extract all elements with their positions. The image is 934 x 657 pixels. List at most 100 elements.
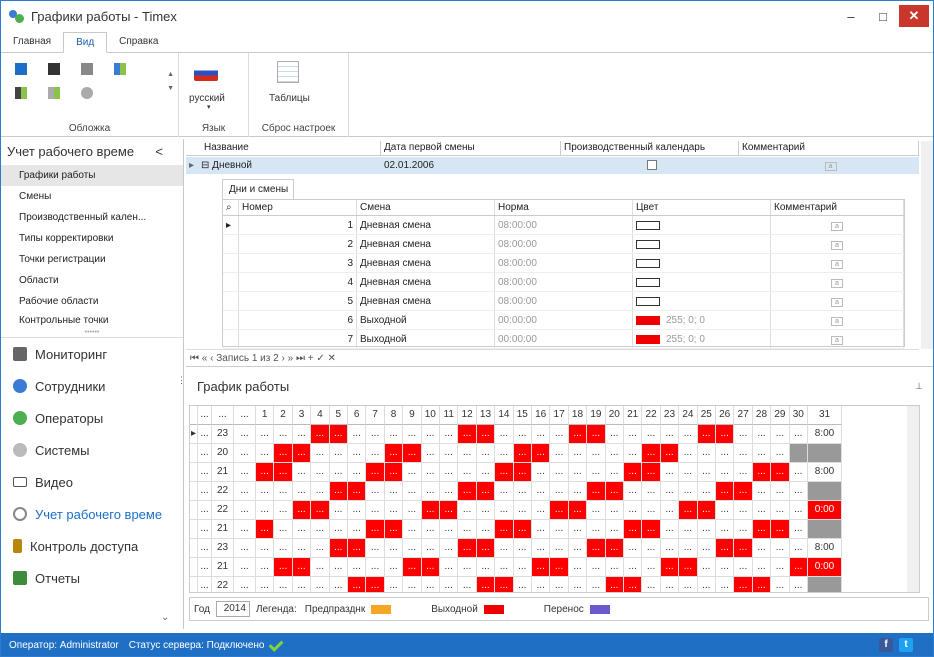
schedule-name-cell[interactable]: ⊟ Дневной [198,157,381,174]
col-norm-header[interactable]: Норма [495,200,633,215]
splitter-handle[interactable]: •••••• [1,329,183,338]
day-header[interactable]: 27 [734,406,753,425]
workdays-count-cell[interactable]: 22 [212,501,234,520]
first-record-icon[interactable]: ⏮ [190,353,199,364]
norm-cell[interactable]: 00:00:00 [495,311,633,329]
day-cell[interactable]: ... [421,501,440,520]
day-cell[interactable]: ... [568,463,588,482]
table-row[interactable]: 6 Выходной 00:00:00 255; 0; 0 a [223,311,904,330]
day-cell[interactable]: ... [587,463,606,482]
day-header[interactable]: 17 [550,406,569,425]
day-header[interactable]: 7 [366,406,385,425]
day-cell[interactable]: ... [293,577,312,592]
day-cell[interactable]: ... [752,463,772,482]
day-cell[interactable]: ... [752,539,772,558]
day-cell[interactable]: ... [550,425,569,444]
comment-cell[interactable]: a [771,235,904,253]
day-cell[interactable] [808,482,842,501]
day-cell[interactable]: ... [789,501,808,520]
day-cell[interactable]: ... [513,463,532,482]
col-number-header[interactable]: Номер [239,200,357,215]
day-cell[interactable]: ... [384,539,404,558]
skin-dark-icon[interactable] [48,63,60,75]
number-cell[interactable]: 3 [239,254,357,272]
comment-cell[interactable]: a [771,216,904,234]
day-cell[interactable]: ... [660,520,680,539]
ellipsis-cell[interactable]: ... [198,444,212,463]
header-ellipsis[interactable]: ... [198,406,212,425]
day-cell[interactable]: ... [716,482,735,501]
day-cell[interactable]: ... [348,520,367,539]
day-cell[interactable]: ... [716,501,735,520]
day-cell[interactable]: ... [256,482,275,501]
comment-cell[interactable]: a [771,311,904,329]
day-cell[interactable]: ... [734,558,753,577]
day-cell[interactable]: ... [716,577,735,592]
day-cell[interactable]: ... [495,444,514,463]
day-cell[interactable]: ... [329,558,348,577]
day-cell[interactable]: ... [366,425,385,444]
ellipsis-cell[interactable]: ... [234,425,256,444]
col-name-header[interactable]: Название [186,141,381,155]
day-cell[interactable]: ... [605,501,624,520]
day-cell[interactable]: ... [256,577,275,592]
comment-cell[interactable]: a [771,254,904,272]
comment-note-icon[interactable]: a [824,162,837,171]
day-cell[interactable]: ... [734,577,753,592]
day-cell[interactable]: ... [366,577,385,592]
day-cell[interactable]: ... [569,577,588,592]
day-cell[interactable]: ... [642,463,661,482]
day-cell[interactable]: ... [292,482,312,501]
day-cell[interactable]: ... [716,558,735,577]
next-record-icon[interactable]: › [281,353,284,364]
day-cell[interactable]: ... [495,520,514,539]
day-cell[interactable]: ... [568,444,588,463]
pin-icon[interactable]: ⊥ [915,381,923,392]
day-cell[interactable]: ... [679,577,698,592]
day-header[interactable]: 22 [642,406,661,425]
day-header[interactable]: 21 [624,406,643,425]
day-cell[interactable]: ... [329,482,348,501]
col-calendar-header[interactable]: Производственный календарь [561,141,739,155]
skin-gray-icon[interactable] [81,63,93,75]
nav-item-calendar[interactable]: Производственный кален... [1,207,183,228]
day-cell[interactable]: ... [329,463,348,482]
day-cell[interactable]: 0:00 [808,501,842,520]
day-cell[interactable]: ... [366,558,385,577]
day-cell[interactable]: ... [734,463,753,482]
day-cell[interactable]: ... [348,539,367,558]
day-cell[interactable]: ... [697,482,716,501]
expand-down-icon[interactable]: ⌄ [161,612,169,623]
day-cell[interactable]: ... [311,444,330,463]
day-cell[interactable] [789,444,808,463]
day-cell[interactable]: ... [661,577,680,592]
row-indicator[interactable] [190,558,198,577]
workdays-count-cell[interactable]: 21 [212,463,234,482]
day-cell[interactable]: ... [403,463,422,482]
day-cell[interactable]: ... [348,558,367,577]
day-cell[interactable]: ... [697,520,716,539]
day-cell[interactable]: ... [440,444,459,463]
workdays-count-cell[interactable]: 21 [212,558,234,577]
day-cell[interactable]: ... [403,520,422,539]
day-cell[interactable]: ... [476,482,496,501]
day-cell[interactable]: ... [771,425,790,444]
day-cell[interactable]: ... [752,520,772,539]
row-indicator[interactable]: ▸ [190,425,198,444]
day-cell[interactable]: ... [587,577,606,592]
day-cell[interactable]: ... [476,520,496,539]
day-cell[interactable]: ... [274,520,293,539]
number-cell[interactable]: 2 [239,235,357,253]
day-header[interactable]: 31 [808,406,842,425]
row-indicator-header[interactable] [190,406,198,425]
col-comment-header[interactable]: Комментарий [771,200,904,215]
schedule-row[interactable]: ▸... 23..................................… [190,425,919,444]
day-cell[interactable]: ... [697,558,716,577]
day-cell[interactable]: ... [458,444,477,463]
day-header[interactable]: 23 [660,406,680,425]
day-cell[interactable]: 8:00 [808,425,842,444]
day-cell[interactable]: ... [403,444,422,463]
day-cell[interactable]: ... [605,482,624,501]
day-cell[interactable]: ... [698,577,716,592]
minimize-button[interactable]: – [835,1,867,31]
